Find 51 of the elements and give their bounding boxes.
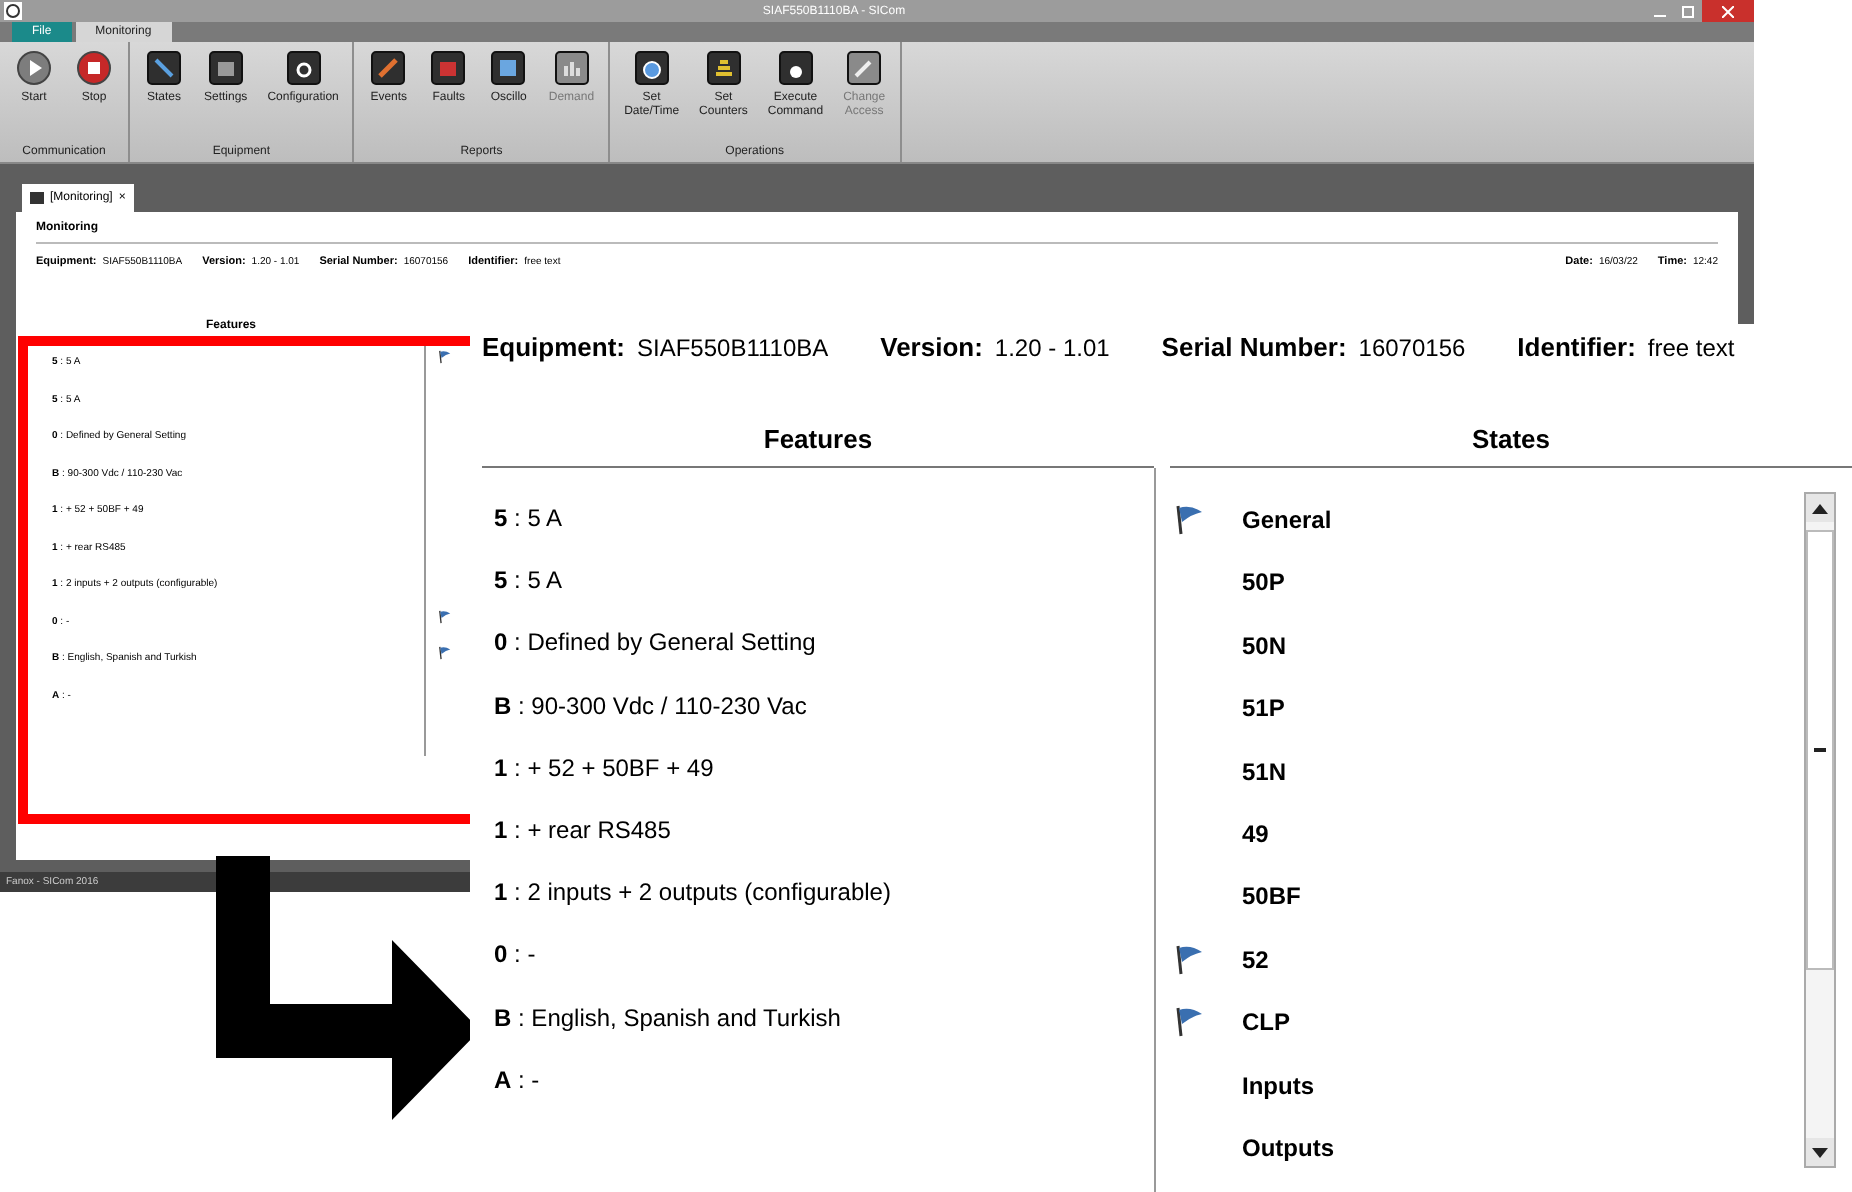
scrollbar[interactable] [1804, 492, 1836, 1168]
app-logo [4, 2, 22, 20]
scroll-thumb[interactable] [1806, 530, 1834, 970]
monitor-icon [30, 192, 44, 204]
state-item[interactable]: CLP [1242, 1008, 1290, 1037]
feature-item: A : - [494, 1065, 542, 1098]
down-arrow-icon [1812, 1147, 1828, 1157]
toolbar-icon [146, 50, 182, 86]
feature-item: 1 : + 52 + 50BF + 49 [494, 753, 716, 786]
close-icon [1722, 5, 1734, 17]
state-item[interactable]: 51P [1242, 694, 1285, 723]
state-item[interactable]: 50P [1242, 568, 1285, 597]
column-heading: States [1170, 424, 1852, 468]
toolbar-icon [207, 50, 244, 86]
stop-icon [76, 50, 112, 86]
feature-item: 0 : Defined by General Setting [494, 628, 818, 661]
state-item[interactable]: 51N [1242, 757, 1287, 786]
toolbar-icon [846, 50, 883, 86]
toolbar-icon [777, 50, 814, 86]
feature-item: 5 : 5 A [494, 566, 565, 599]
up-arrow-icon [1812, 503, 1828, 513]
info-field: Identifier: free text [1517, 332, 1735, 362]
feature-item: B : English, Spanish and Turkish [494, 1003, 843, 1035]
column-heading: Features [482, 424, 1154, 468]
close-button[interactable] [1702, 0, 1754, 22]
scroll-up-button[interactable] [1806, 494, 1834, 522]
toolbar-icon [553, 50, 590, 86]
toolbar-icon [633, 50, 670, 86]
info-field: Equipment: SIAF550B1110BA [482, 332, 829, 362]
info-field: Serial Number: 16070156 [1161, 332, 1466, 362]
state-item[interactable]: General [1242, 506, 1332, 534]
state-item[interactable]: 50N [1242, 631, 1287, 660]
toolbar-icon [705, 50, 742, 86]
state-item[interactable]: 50BF [1242, 882, 1301, 911]
state-item[interactable]: 49 [1242, 819, 1269, 848]
state-item[interactable]: Inputs [1242, 1071, 1314, 1100]
scroll-down-button[interactable] [1806, 1138, 1834, 1166]
feature-item: 1 : + rear RS485 [494, 815, 673, 848]
feature-item: 0 : - [494, 940, 538, 973]
feature-item: 1 : 2 inputs + 2 outputs (configurable) [494, 878, 893, 911]
info-field: Version: 1.20 - 1.01 [880, 332, 1110, 362]
toolbar-icon [490, 50, 527, 86]
feature-item: 5 : 5 A [494, 504, 565, 536]
state-item[interactable]: 52 [1242, 945, 1269, 974]
toolbar-icon [285, 50, 322, 86]
toolbar-icon [370, 50, 407, 86]
toolbar-icon [430, 50, 467, 86]
play-icon [16, 50, 52, 86]
state-item[interactable]: Outputs [1242, 1133, 1334, 1162]
feature-item: B : 90-300 Vdc / 110-230 Vac [494, 691, 809, 724]
restore-icon [1682, 5, 1694, 17]
